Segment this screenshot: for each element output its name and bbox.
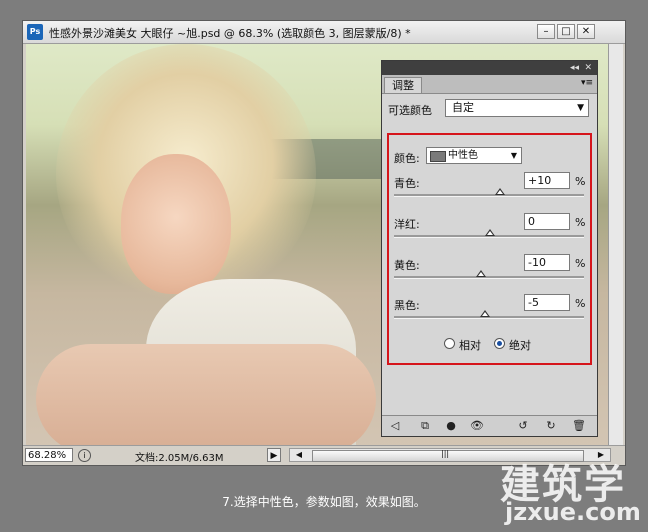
grip-icon: ||| [441,449,450,458]
slider-label: 黑色: [394,299,420,312]
face-shape [121,154,231,294]
document-size: 文档:2.05M/6.63M [135,453,224,464]
slider-thumb[interactable] [485,229,495,236]
slider-value-input[interactable]: -10 [524,254,570,271]
radio-relative[interactable] [444,338,455,349]
status-info-icon[interactable]: i [78,449,91,462]
refresh-icon[interactable]: ↻ [544,419,558,433]
preset-label: 可选颜色 [388,104,432,117]
arm-shape [36,344,376,447]
slider-thumb[interactable] [480,310,491,317]
slider-label: 青色: [394,177,420,190]
collapse-icon[interactable]: ◂◂ [570,62,579,74]
slider-thumb[interactable] [475,270,486,277]
adjustments-panel: ◂◂ ✕ 调整 ▾≡ 可选颜色 自定 ▼ 颜色: 中性色 ▼ 青色: +10 %… [381,60,598,437]
vertical-scrollbar[interactable] [608,44,623,448]
tab-adjustments[interactable]: 调整 [384,77,422,93]
slider-label: 洋红: [394,218,420,231]
minimize-button[interactable]: – [537,24,555,39]
panel-menu-icon[interactable]: ▾≡ [581,78,593,88]
slider-cyan: 青色: +10 % [389,172,590,215]
slider-thumb[interactable] [494,188,505,195]
radio-absolute-label: 绝对 [509,339,531,352]
slider-track[interactable] [394,229,584,238]
highlight-box: 颜色: 中性色 ▼ 青色: +10 % 洋红: 0 % 黄色: -10 % 黑色… [387,133,592,365]
slider-value-input[interactable]: 0 [524,213,570,230]
slider-track[interactable] [394,310,584,319]
preset-value: 自定 [452,101,474,114]
panel-header[interactable]: ◂◂ ✕ [382,61,597,75]
preset-select[interactable]: 自定 ▼ [445,99,589,117]
slider-black: 黑色: -5 % [389,294,590,337]
zoom-input[interactable]: 68.28% [25,448,73,462]
panel-toolbar: ◁ ⧉ ● 👁 ↺ ↻ 🗑 [382,415,597,436]
tab-row: 调整 ▾≡ [382,75,597,94]
clip-icon[interactable]: ⧉ [418,419,432,433]
slider-unit: % [575,216,586,229]
radio-relative-label: 相对 [459,339,481,352]
slider-unit: % [575,257,586,270]
slider-unit: % [575,297,586,310]
color-select[interactable]: 中性色 ▼ [426,147,522,164]
scroll-left-icon[interactable]: ◀ [292,449,306,461]
reset-icon[interactable]: ↺ [516,419,530,433]
slider-value-input[interactable]: +10 [524,172,570,189]
status-menu-arrow-icon[interactable]: ▶ [267,448,281,462]
color-swatch [430,151,446,162]
title-bar[interactable]: Ps 性感外景沙滩美女 大眼仔 ~旭.psd @ 68.3% (选取颜色 3, … [23,21,625,44]
restore-button[interactable]: □ [557,24,575,39]
window-title: 性感外景沙滩美女 大眼仔 ~旭.psd @ 68.3% (选取颜色 3, 图层蒙… [49,27,411,40]
panel-close-icon[interactable]: ✕ [584,62,592,74]
slider-label: 黄色: [394,259,420,272]
method-radio-group: 相对 绝对 [389,338,590,354]
radio-absolute[interactable] [494,338,505,349]
photoshop-icon: Ps [27,24,43,40]
slider-yellow: 黄色: -10 % [389,254,590,297]
color-value: 中性色 [448,150,478,161]
slider-track[interactable] [394,188,584,197]
slider-track[interactable] [394,270,584,279]
eye-icon[interactable]: 👁 [470,419,484,433]
slider-unit: % [575,175,586,188]
back-icon[interactable]: ◁ [388,419,402,433]
trash-icon[interactable]: 🗑 [572,419,586,433]
mask-icon[interactable]: ● [444,419,458,433]
chevron-down-icon: ▼ [577,103,584,113]
watermark-url: jzxue.com [505,498,641,526]
close-button[interactable]: ✕ [577,24,595,39]
slider-magenta: 洋红: 0 % [389,213,590,256]
chevron-down-icon: ▼ [510,151,517,160]
slider-value-input[interactable]: -5 [524,294,570,311]
color-label: 颜色: [394,152,420,165]
